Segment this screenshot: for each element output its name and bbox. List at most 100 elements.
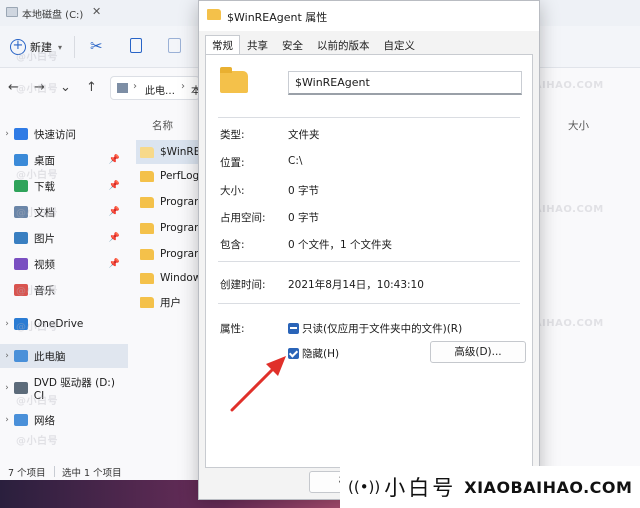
divider: [218, 303, 520, 304]
dialog-tab[interactable]: 常规: [205, 35, 240, 55]
sidebar-item[interactable]: › 快速访问: [0, 122, 128, 146]
sidebar-item[interactable]: › DVD 驱动器 (D:) CI: [0, 376, 128, 402]
pin-icon: 📌: [108, 259, 120, 269]
checkbox-indeterminate-icon: [288, 323, 299, 334]
dialog-tab[interactable]: 共享: [240, 35, 275, 55]
sidebar-item-label: 文档: [34, 206, 55, 219]
location-label: 位置:: [220, 157, 245, 169]
pin-icon: 📌: [108, 155, 120, 165]
sidebar-item-label: OneDrive: [34, 318, 84, 330]
sidebar-item-label: 下载: [34, 180, 55, 193]
selection-count: 选中 1 个项目: [62, 468, 122, 479]
contains-label: 包含:: [220, 239, 245, 251]
sidebar-item-label: 此电脑: [34, 350, 66, 363]
size-value: 0 字节: [288, 185, 320, 197]
hidden-checkbox-label: 隐藏(H): [302, 348, 340, 360]
brand-name-en: XIAOBAIHAO.COM: [464, 477, 633, 497]
close-icon[interactable]: ✕: [92, 5, 101, 18]
breadcrumb-separator: ›: [133, 81, 137, 92]
dvd-icon: [13, 382, 28, 394]
folder-icon: [140, 170, 154, 182]
column-header-size[interactable]: 大小: [568, 118, 589, 133]
folder-icon: [140, 248, 154, 260]
sidebar-item[interactable]: 图片 📌: [0, 226, 128, 250]
new-button[interactable]: + 新建 ▾: [10, 38, 62, 56]
attributes-label: 属性:: [220, 323, 245, 335]
contains-value: 0 个文件，1 个文件夹: [288, 239, 393, 251]
sidebar-item-label: 网络: [34, 414, 55, 427]
folder-name-field[interactable]: $WinREAgent: [288, 71, 522, 95]
created-label: 创建时间:: [220, 279, 266, 291]
chevron-right-icon[interactable]: ›: [0, 415, 14, 425]
chevron-right-icon[interactable]: ›: [0, 319, 14, 329]
sidebar-item-label: 桌面: [34, 154, 55, 167]
cloud-icon: [14, 318, 28, 330]
sidebar-item[interactable]: 视频 📌: [0, 252, 128, 276]
desktop-icon: [14, 154, 28, 166]
toolbar-divider: [74, 36, 75, 58]
dialog-tab[interactable]: 自定义: [377, 35, 423, 55]
brand-banner: ((•)) 小白号 XIAOBAIHAO.COM: [340, 466, 640, 508]
chevron-down-icon[interactable]: ⌄: [60, 80, 71, 95]
breadcrumb-separator: ›: [181, 81, 185, 92]
created-value: 2021年8月14日，10:43:10: [288, 279, 424, 291]
sidebar-item[interactable]: 音乐: [0, 278, 128, 302]
dialog-titlebar[interactable]: $WinREAgent 属性: [199, 1, 539, 31]
dialog-title: $WinREAgent 属性: [227, 11, 328, 24]
sidebar-item[interactable]: › OneDrive: [0, 312, 128, 336]
dialog-tabs: 常规 共享 安全 以前的版本 自定义: [205, 35, 422, 55]
computer-icon: [14, 350, 28, 362]
status-divider: [54, 466, 55, 477]
folder-icon: [140, 196, 154, 208]
readonly-checkbox[interactable]: 只读(仅应用于文件夹中的文件)(R): [288, 321, 462, 336]
copy-icon[interactable]: [130, 38, 142, 53]
sidebar-item[interactable]: 桌面 📌: [0, 148, 128, 172]
sidebar-item[interactable]: 下载 📌: [0, 174, 128, 198]
properties-dialog: $WinREAgent 属性 常规 共享 安全 以前的版本 自定义 $WinREAgen…: [198, 0, 540, 500]
sidebar-item[interactable]: 文档 📌: [0, 200, 128, 224]
folder-icon: [140, 296, 154, 308]
sidebar-item-label: 视频: [34, 258, 55, 271]
navigation-pane: › 快速访问桌面 📌 下载 📌 文档 📌 图片 📌 视频 📌 音乐 › OneDrive › 此电脑 › DVD …: [0, 116, 128, 462]
up-arrow-icon[interactable]: ↑: [86, 80, 97, 95]
chevron-right-icon[interactable]: ›: [0, 351, 14, 361]
item-count: 7 个项目: [8, 468, 46, 479]
signal-icon: ((•)): [348, 478, 381, 496]
paste-icon[interactable]: [168, 38, 181, 53]
pin-icon: 📌: [108, 207, 120, 217]
sidebar-item[interactable]: › 此电脑: [0, 344, 128, 368]
annotation-arrow-icon: [230, 356, 286, 412]
explorer-tab-title[interactable]: 本地磁盘 (C:): [22, 6, 83, 21]
sidebar-item-label: DVD 驱动器 (D:) CI: [33, 376, 115, 402]
new-button-label: 新建: [30, 41, 52, 54]
pin-icon: 📌: [108, 233, 120, 243]
hidden-checkbox[interactable]: 隐藏(H): [288, 346, 339, 361]
download-icon: [14, 180, 28, 192]
chevron-down-icon: ▾: [58, 42, 63, 52]
address-input[interactable]: › 此电… › 本: [110, 76, 201, 100]
dialog-tab[interactable]: 以前的版本: [310, 35, 377, 55]
picture-icon: [14, 232, 28, 244]
chevron-right-icon[interactable]: ›: [0, 129, 14, 139]
column-header-name[interactable]: 名称: [152, 118, 173, 133]
chevron-right-icon[interactable]: ›: [0, 383, 14, 393]
folder-icon: [140, 272, 154, 284]
music-icon: [14, 284, 28, 296]
sidebar-item-label: 图片: [34, 232, 55, 245]
type-label: 类型:: [220, 129, 245, 141]
back-arrow-icon[interactable]: ←: [8, 80, 19, 95]
divider: [218, 117, 520, 118]
breadcrumb-this-pc[interactable]: 此电…: [145, 82, 175, 97]
cut-icon[interactable]: ✂: [90, 37, 103, 55]
brand-name-cn: 小白号: [384, 476, 457, 500]
sidebar-item[interactable]: › 网络: [0, 408, 128, 432]
dialog-tab[interactable]: 安全: [275, 35, 310, 55]
location-value: C:\: [288, 155, 303, 167]
divider: [218, 261, 520, 262]
pin-icon: 📌: [108, 181, 120, 191]
type-value: 文件夹: [288, 129, 320, 141]
computer-icon: [117, 83, 128, 93]
folder-icon: [220, 67, 248, 93]
advanced-button[interactable]: 高级(D)...: [430, 341, 526, 363]
forward-arrow-icon[interactable]: →: [34, 80, 45, 95]
